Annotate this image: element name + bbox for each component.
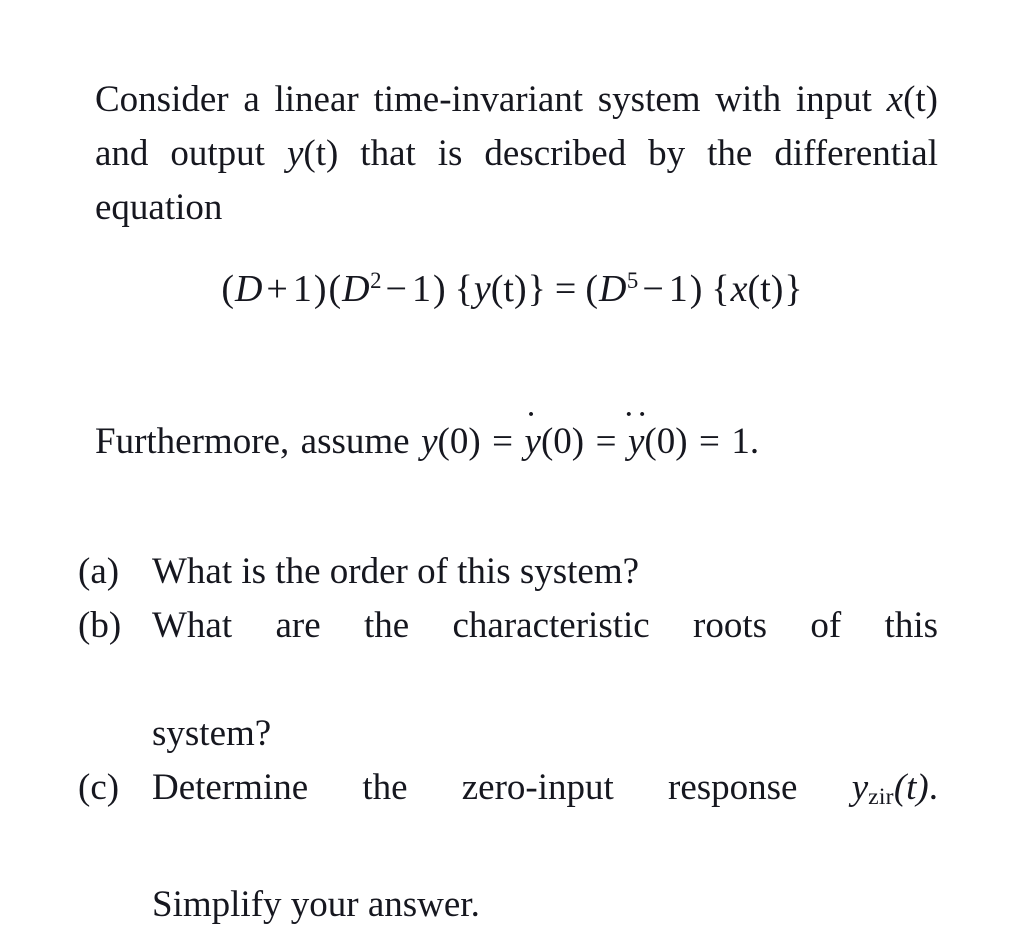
eq-minus-operator-1: −	[385, 267, 407, 310]
ic-y-first-derivative: · y	[524, 398, 541, 469]
argument-t-1: (t)	[903, 79, 938, 120]
eq-plus-operator: +	[266, 267, 288, 310]
eq-exponent-2: 2	[370, 268, 382, 293]
question-item-a: (a) What is the order of this system?	[78, 545, 938, 599]
question-item-b: (b) What are the characteristic roots of…	[78, 599, 938, 761]
ic-ydot-variable: y	[524, 421, 541, 462]
ic-ydot-argument: (0)	[540, 421, 585, 462]
argument-t-2: (t)	[303, 133, 339, 174]
question-c-period: .	[928, 767, 938, 808]
initial-conditions-paragraph: Furthermore, assume y(0) = · y(0) = ·· y(0…	[95, 398, 938, 469]
intro-text-segment-1: Consider a linear time-invariant system …	[95, 79, 887, 120]
eq-lhs-one-1: 1	[292, 267, 312, 310]
display-equation: (D +1)(D2−1) {y(t)} = (D5−1) {x(t)}	[0, 256, 1024, 314]
question-text-a: What is the order of this system?	[152, 551, 640, 592]
eq-exponent-5: 5	[626, 268, 639, 293]
ic-equals-2: =	[595, 421, 617, 462]
ic-y-second-derivative: ·· y	[623, 398, 648, 469]
eq-lhs2-open-paren: (	[328, 267, 342, 310]
question-marker-b: (b)	[78, 605, 122, 646]
question-list: (a) What is the order of this system? (b…	[78, 545, 938, 932]
eq-minus-operator-2: −	[642, 267, 664, 310]
variable-x: x	[886, 79, 904, 120]
eq-lhs-one-2: 1	[411, 267, 431, 310]
question-marker-a: (a)	[78, 551, 120, 592]
ic-equals-1: =	[492, 421, 514, 462]
question-c-line-1: Determine the zero-input response yzir(t…	[152, 761, 938, 878]
zir-response-variable: y	[851, 767, 869, 808]
variable-y: y	[286, 133, 304, 174]
eq-lhs-function-y: y	[473, 267, 491, 310]
eq-rhs-brace-close: }	[784, 267, 803, 310]
eq-rhs-D: D	[598, 267, 627, 310]
eq-equals-sign: =	[554, 267, 577, 310]
zir-subscript: zir	[868, 784, 894, 811]
document-page: Consider a linear time-invariant system …	[0, 0, 1024, 925]
ic-y-variable: y	[421, 421, 438, 462]
ic-equals-3: =	[699, 421, 720, 462]
ic-y-argument: (0)	[437, 421, 481, 462]
eq-lhs-open-paren: (	[221, 267, 234, 310]
eq-rhs-one: 1	[668, 267, 688, 310]
question-b-line-1: What are the characteristic roots of thi…	[152, 605, 938, 646]
ic-yddot-argument: (0)	[644, 421, 688, 462]
question-c-prefix: Determine the zero-input response	[152, 767, 852, 808]
eq-rhs-open-paren: (	[585, 267, 598, 310]
intro-paragraph: Consider a linear time-invariant system …	[95, 73, 938, 235]
eq-lhs-close-paren: )	[313, 267, 327, 310]
question-b-line-2: system?	[152, 713, 272, 754]
question-text-b: What are the characteristic roots of thi…	[152, 599, 938, 761]
ic-yddot-variable: y	[627, 421, 645, 462]
eq-lhs-argument-t: (t)	[490, 267, 527, 310]
eq-rhs-close-paren: )	[689, 267, 703, 310]
question-marker-c: (c)	[78, 767, 120, 808]
assume-text-segment: Furthermore, assume	[95, 421, 422, 462]
zir-argument-t: (t)	[893, 767, 929, 808]
question-item-c: (c) Determine the zero-input response yz…	[78, 761, 938, 932]
question-text-c: Determine the zero-input response yzir(t…	[152, 761, 938, 932]
eq-rhs-function-x: x	[730, 267, 748, 310]
eq-rhs-brace-open: {	[711, 267, 730, 310]
eq-lhs-D-1: D	[234, 267, 263, 310]
question-c-line-2: Simplify your answer.	[152, 884, 480, 926]
eq-lhs-D-2: D	[342, 267, 370, 310]
ic-value: 1.	[731, 421, 760, 462]
eq-lhs-brace-close: }	[527, 267, 546, 310]
eq-lhs-brace-open: {	[454, 267, 473, 310]
intro-text-segment-2: and output	[95, 133, 287, 174]
eq-rhs-argument-t: (t)	[747, 267, 784, 310]
eq-lhs2-close-paren: )	[432, 267, 446, 310]
